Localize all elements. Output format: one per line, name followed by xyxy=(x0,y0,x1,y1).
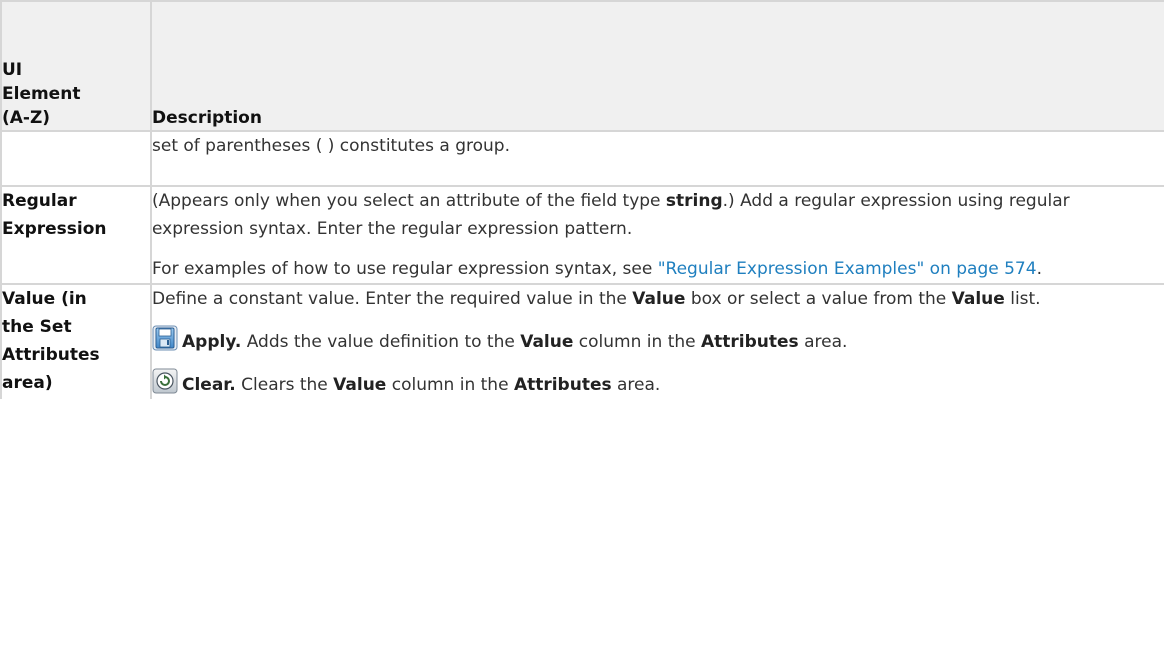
text-run: list. xyxy=(1004,289,1041,309)
text-run: column in the xyxy=(573,332,701,352)
description-text: set of parentheses ( ) constitutes a gro… xyxy=(152,136,510,156)
bold-term: string xyxy=(665,191,723,211)
table-header-row: UI Element (A-Z) Description xyxy=(0,0,1164,132)
description-paragraph: Clear. Clears the Value column in the At… xyxy=(152,368,1164,399)
ui-elements-table: UI Element (A-Z) Description set of pare… xyxy=(0,0,1164,399)
table-row: set of parentheses ( ) constitutes a gro… xyxy=(0,131,1164,187)
description-paragraph: Define a constant value. Enter the requi… xyxy=(152,285,1164,313)
column-header-ui-element: UI Element (A-Z) xyxy=(0,0,151,132)
name-line: Expression xyxy=(2,219,107,239)
description-paragraph: (Appears only when you select an attribu… xyxy=(152,187,1164,243)
bold-term: Attributes xyxy=(701,332,799,352)
text-run: column in the xyxy=(386,375,514,395)
apply-label: Apply. xyxy=(182,332,242,352)
bold-term: Value xyxy=(632,289,686,309)
bold-term: Value xyxy=(951,289,1005,309)
name-line: Value (in xyxy=(2,289,87,309)
name-line: Regular xyxy=(2,191,77,211)
ui-element-name: Value (in the Set Attributes area) xyxy=(0,284,151,399)
text-run: Clears the xyxy=(235,375,334,395)
bold-term: Value xyxy=(520,332,574,352)
header-line: Element xyxy=(2,84,81,104)
text-run: Adds the value definition to the xyxy=(241,332,521,352)
text-run: area. xyxy=(611,375,661,395)
clear-refresh-icon xyxy=(152,368,178,394)
column-header-description: Description xyxy=(150,0,1164,132)
name-line: area) xyxy=(2,373,53,393)
bold-term: Attributes xyxy=(513,375,612,395)
cross-reference-link[interactable]: "Regular Expression Examples" on page 57… xyxy=(658,259,1037,279)
name-line: Attributes xyxy=(2,345,100,365)
description-cell: Define a constant value. Enter the requi… xyxy=(150,284,1164,399)
text-run: . xyxy=(1036,259,1042,279)
table-row: Regular Expression (Appears only when yo… xyxy=(0,186,1164,285)
text-run: Define a constant value. Enter the requi… xyxy=(152,289,633,309)
bold-term: Value xyxy=(333,375,387,395)
table-row: Value (in the Set Attributes area) Defin… xyxy=(0,284,1164,399)
description-paragraph: For examples of how to use regular expre… xyxy=(152,255,1164,283)
description-paragraph: Apply. Adds the value definition to the … xyxy=(152,325,1164,356)
header-line: UI xyxy=(2,60,23,80)
description-cell: (Appears only when you select an attribu… xyxy=(150,186,1164,285)
text-run: For examples of how to use regular expre… xyxy=(152,259,658,279)
text-run: area. xyxy=(798,332,848,352)
ui-element-name-empty xyxy=(0,131,151,187)
description-cell: set of parentheses ( ) constitutes a gro… xyxy=(150,131,1164,187)
header-line: (A-Z) xyxy=(2,108,51,128)
name-line: the Set xyxy=(2,317,72,337)
clear-label: Clear. xyxy=(182,375,236,395)
save-disk-icon xyxy=(152,325,178,351)
text-run: box or select a value from the xyxy=(685,289,952,309)
text-run: (Appears only when you select an attribu… xyxy=(152,191,666,211)
ui-element-name: Regular Expression xyxy=(0,186,151,285)
